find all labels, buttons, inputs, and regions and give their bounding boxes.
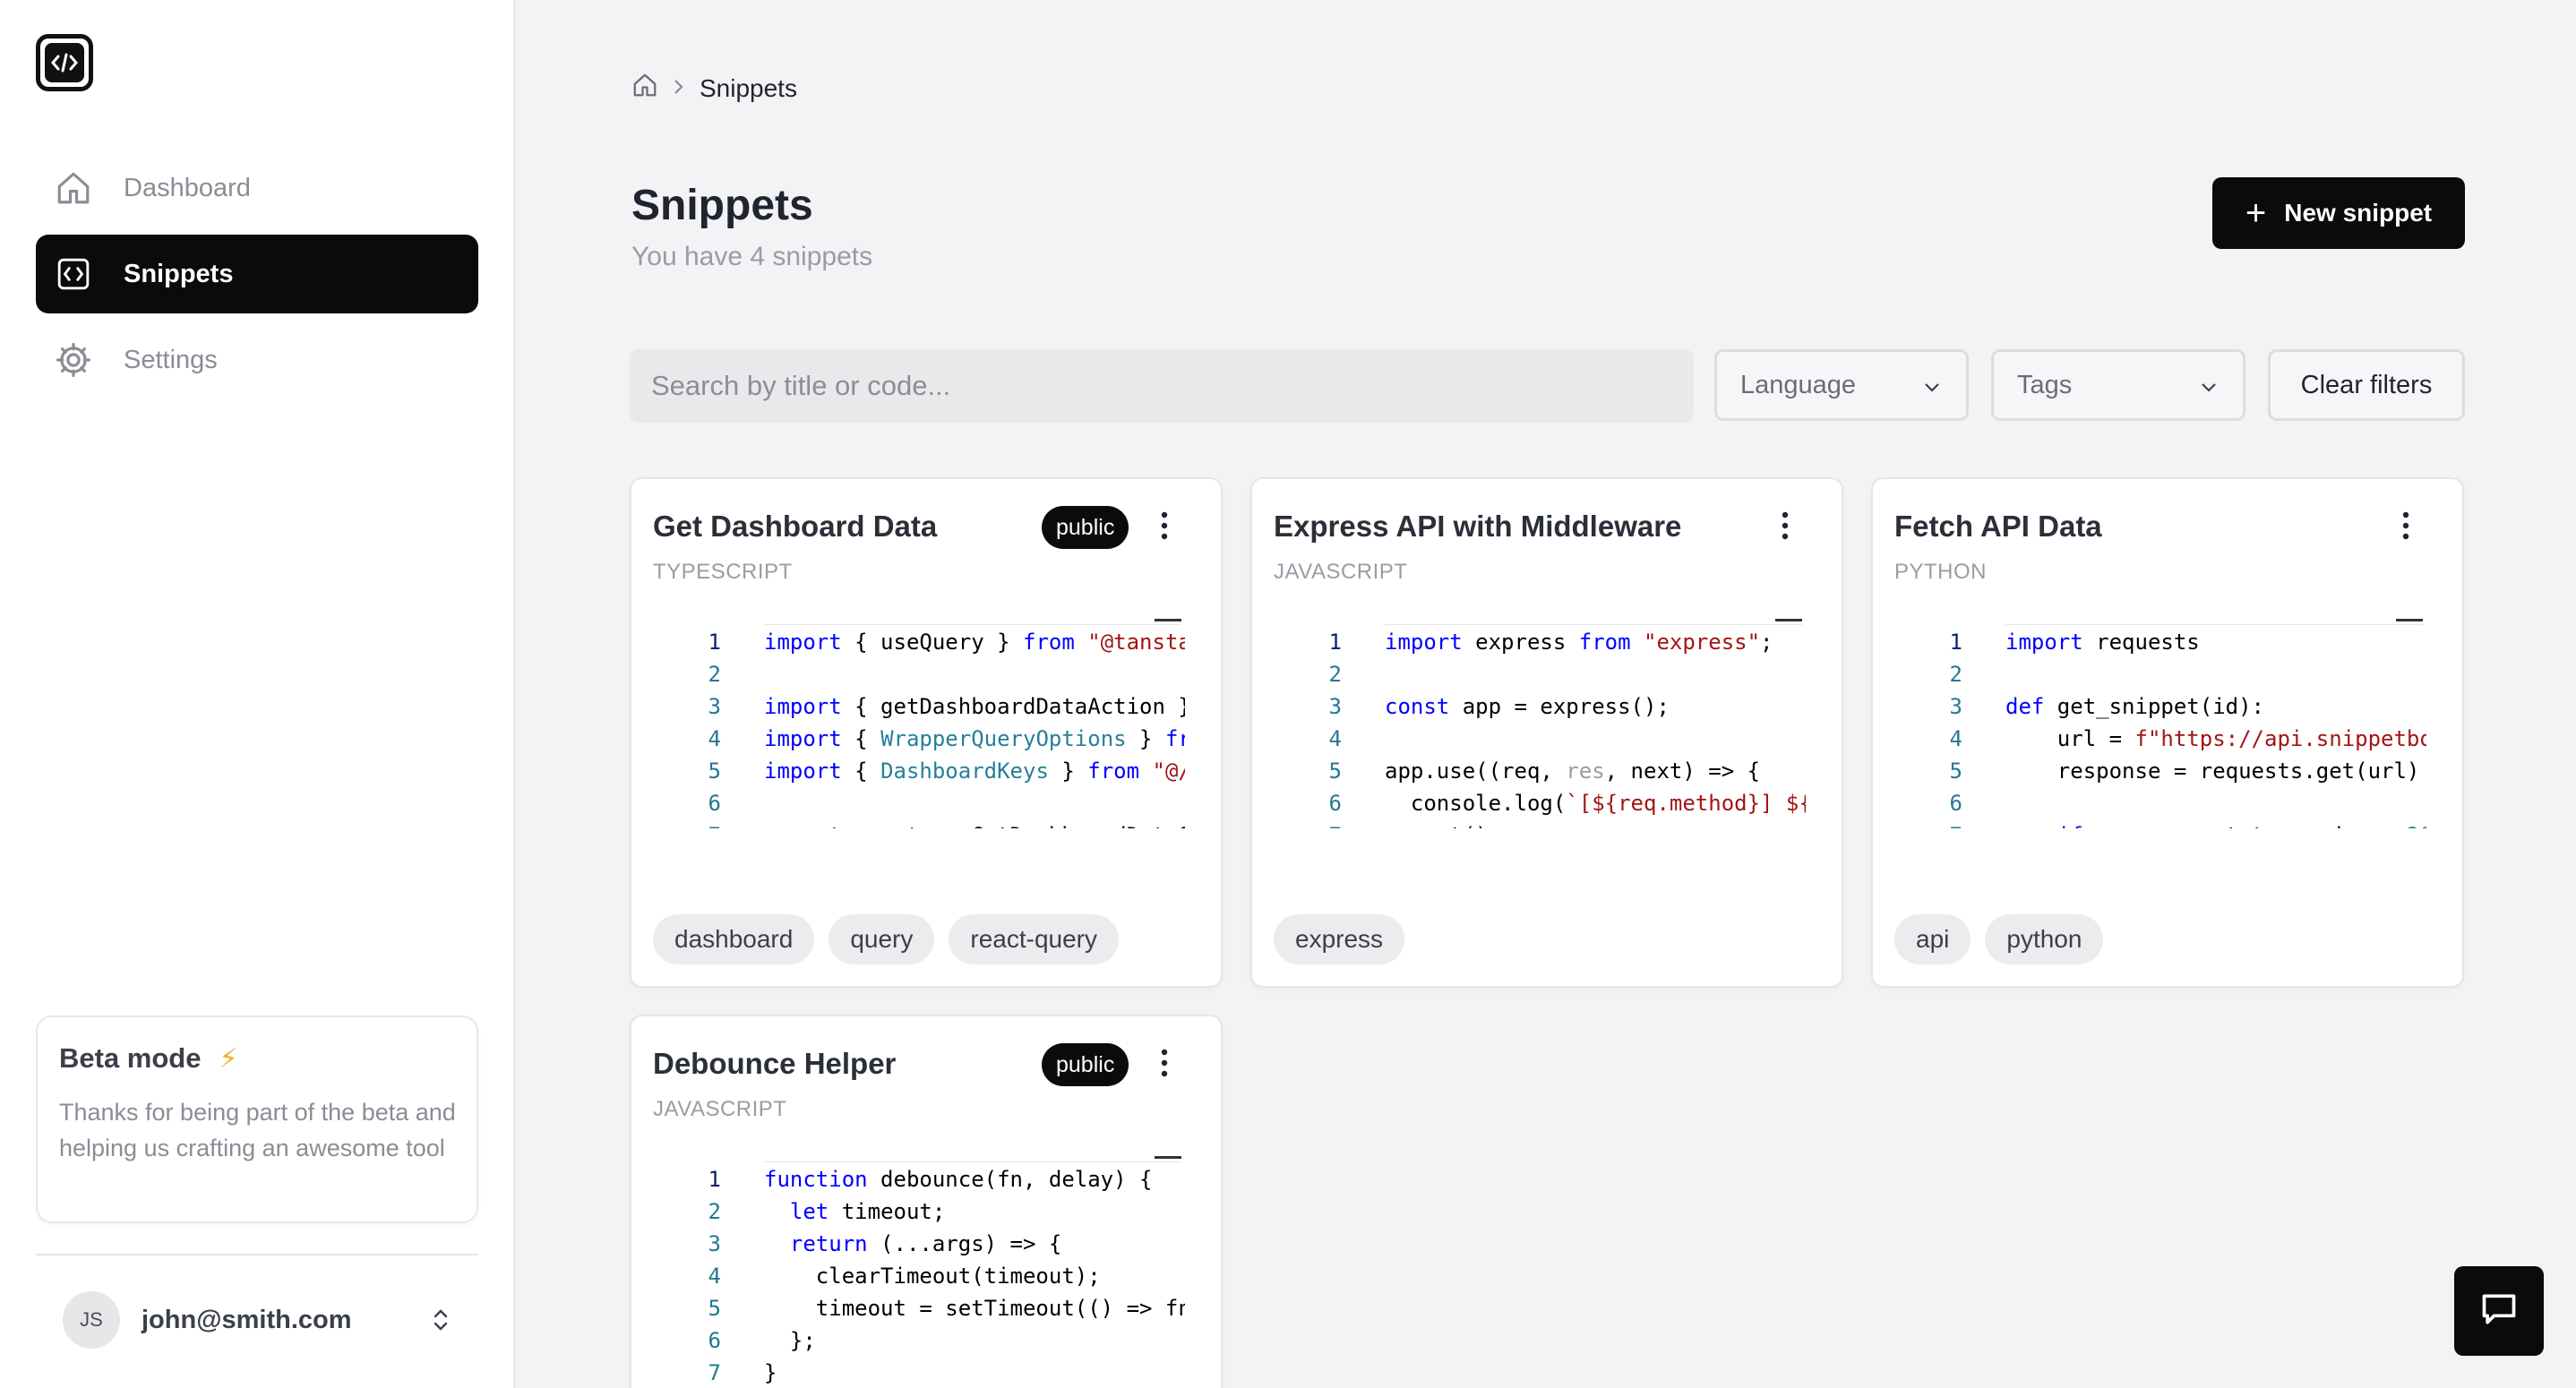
plus-icon: +	[2245, 193, 2267, 233]
beta-description: Thanks for being part of the beta and he…	[59, 1099, 456, 1161]
more-options-icon[interactable]	[1772, 504, 1799, 547]
snippet-title[interactable]: Express API with Middleware	[1274, 510, 1681, 544]
snippet-card[interactable]: Fetch API Data PYTHON 1 import requests 2…	[1871, 477, 2464, 988]
page-title: Snippets	[631, 182, 813, 229]
snippet-title[interactable]: Debounce Helper	[653, 1047, 896, 1081]
tag-chip[interactable]: python	[1985, 914, 2104, 964]
sidebar: Dashboard Snippets Settings Beta mode ⚡ …	[0, 0, 515, 1388]
sidebar-item-label: Settings	[124, 345, 218, 374]
snippet-title[interactable]: Get Dashboard Data	[653, 510, 937, 544]
sidebar-item-settings[interactable]: Settings	[36, 321, 478, 399]
tag-chip[interactable]: express	[1274, 914, 1405, 964]
home-icon[interactable]	[631, 72, 658, 105]
snippet-language: JAVASCRIPT	[653, 1097, 787, 1121]
sidebar-item-snippets[interactable]: Snippets	[36, 235, 478, 313]
more-options-icon[interactable]	[1151, 1041, 1178, 1084]
chevron-updown-icon	[430, 1304, 451, 1341]
code-icon	[54, 254, 93, 294]
breadcrumb: Snippets	[631, 72, 797, 105]
tag-chip[interactable]: api	[1894, 914, 1971, 964]
code-editor[interactable]: 1 import requests 2 3 def get_snippet(id):…	[1894, 619, 2444, 828]
code-editor[interactable]: 1import { useQuery } from "@tanstack/rea…	[653, 619, 1203, 828]
snippet-card[interactable]: Get Dashboard Data TYPESCRIPT public 1 im…	[630, 477, 1223, 988]
sidebar-item-label: Dashboard	[124, 173, 251, 202]
snippet-title[interactable]: Fetch API Data	[1894, 510, 2102, 544]
visibility-badge: public	[1042, 506, 1129, 549]
snippet-language: JAVASCRIPT	[1274, 560, 1408, 584]
chevron-right-icon	[673, 74, 685, 103]
more-options-icon[interactable]	[2392, 504, 2419, 547]
chevron-down-icon	[2198, 375, 2220, 405]
breadcrumb-current: Snippets	[700, 73, 797, 102]
beta-card: Beta mode ⚡ Thanks for being part of the…	[36, 1015, 478, 1223]
clear-filters-button[interactable]: Clear filters	[2268, 349, 2465, 421]
divider	[36, 1254, 478, 1255]
feedback-chat-button[interactable]	[2454, 1266, 2544, 1356]
tag-list: express	[1274, 914, 1419, 964]
language-select[interactable]: Language	[1714, 349, 1969, 421]
more-options-icon[interactable]	[1151, 504, 1178, 547]
snippet-language: PYTHON	[1894, 560, 1988, 584]
beta-title: Beta mode ⚡	[59, 1042, 455, 1075]
sidebar-item-dashboard[interactable]: Dashboard	[36, 149, 478, 227]
home-icon	[54, 168, 93, 208]
new-snippet-button[interactable]: + New snippet	[2212, 177, 2465, 249]
tags-select[interactable]: Tags	[1991, 349, 2245, 421]
snippet-card[interactable]: Express API with Middleware JAVASCRIPT 1…	[1250, 477, 1843, 988]
tag-list: dashboard query react-query	[653, 914, 1133, 964]
language-select-label: Language	[1740, 370, 1857, 399]
tags-select-label: Tags	[2017, 370, 2073, 399]
tag-chip[interactable]: query	[829, 914, 935, 964]
gear-icon	[54, 340, 93, 380]
sidebar-item-label: Snippets	[124, 259, 234, 288]
search-input[interactable]	[630, 349, 1694, 423]
code-brackets-icon	[45, 43, 84, 82]
avatar: JS	[63, 1291, 120, 1349]
app-logo[interactable]	[36, 34, 93, 91]
tag-list: api python	[1894, 914, 2117, 964]
visibility-badge: public	[1042, 1043, 1129, 1086]
chat-icon	[2479, 1289, 2519, 1333]
user-email: john@smith.com	[142, 1305, 352, 1334]
snippet-language: TYPESCRIPT	[653, 560, 793, 584]
lightning-icon: ⚡	[219, 1043, 238, 1074]
new-snippet-label: New snippet	[2284, 199, 2433, 227]
tag-chip[interactable]: react-query	[949, 914, 1120, 964]
code-editor[interactable]: 1 import express from "express"; 2 3 const…	[1274, 619, 1824, 828]
snippet-card[interactable]: Debounce Helper JAVASCRIPT public 1 funct…	[630, 1015, 1223, 1388]
user-menu[interactable]: JS john@smith.com	[36, 1281, 478, 1359]
tag-chip[interactable]: dashboard	[653, 914, 815, 964]
sidebar-nav: Dashboard Snippets Settings	[36, 149, 478, 407]
beta-title-text: Beta mode	[59, 1042, 202, 1074]
page-subtitle: You have 4 snippets	[631, 242, 873, 271]
code-editor[interactable]: 1 function debounce(fn, delay) { 2 let ti…	[653, 1156, 1203, 1388]
chevron-down-icon	[1921, 375, 1943, 405]
